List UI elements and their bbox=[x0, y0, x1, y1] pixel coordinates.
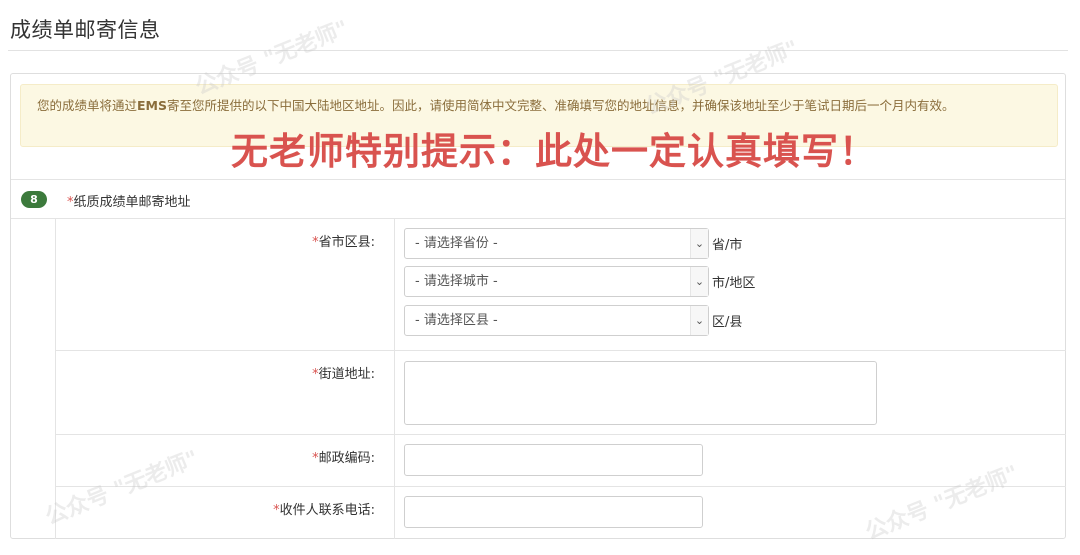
column-divider bbox=[394, 219, 395, 350]
chevron-down-icon: ⌄ bbox=[690, 229, 708, 258]
step-badge: 8 bbox=[21, 191, 47, 208]
section-label: *纸质成绩单邮寄地址 bbox=[67, 191, 191, 210]
phone-label: *收件人联系电话: bbox=[56, 499, 375, 518]
chevron-down-icon: ⌄ bbox=[690, 267, 708, 296]
city-select[interactable]: - 请选择城市 - ⌄ bbox=[404, 266, 709, 297]
form-table: *省市区县: - 请选择省份 - ⌄ 省/市 - 请选择城市 - ⌄ 市/地区 … bbox=[55, 219, 1066, 539]
notice-text-before: 您的成绩单将通过 bbox=[37, 98, 138, 113]
region-label: *省市区县: bbox=[56, 231, 375, 250]
street-label-text: 街道地址: bbox=[318, 367, 375, 382]
province-select[interactable]: - 请选择省份 - ⌄ bbox=[404, 228, 709, 259]
postal-label-text: 邮政编码: bbox=[318, 451, 375, 466]
phone-label-text: 收件人联系电话: bbox=[279, 503, 375, 518]
notice-text-ems: EMS bbox=[137, 98, 167, 113]
city-select-value: - 请选择城市 - bbox=[415, 274, 498, 289]
title-divider bbox=[8, 50, 1068, 51]
section-label-text: 纸质成绩单邮寄地址 bbox=[73, 195, 191, 210]
province-unit: 省/市 bbox=[712, 238, 743, 253]
region-label-text: 省市区县: bbox=[318, 235, 375, 250]
chevron-down-icon: ⌄ bbox=[690, 306, 708, 335]
postal-label: *邮政编码: bbox=[56, 447, 375, 466]
recipient-phone-input[interactable] bbox=[404, 496, 703, 528]
region-row: *省市区县: - 请选择省份 - ⌄ 省/市 - 请选择城市 - ⌄ 市/地区 … bbox=[56, 219, 1066, 351]
postal-row: *邮政编码: bbox=[56, 435, 1066, 487]
street-address-textarea[interactable] bbox=[404, 361, 877, 425]
district-select-value: - 请选择区县 - bbox=[415, 313, 498, 328]
column-divider bbox=[394, 435, 395, 486]
column-divider bbox=[394, 351, 395, 434]
section-header: 8 *纸质成绩单邮寄地址 bbox=[11, 179, 1065, 219]
postal-code-input[interactable] bbox=[404, 444, 703, 476]
district-unit: 区/县 bbox=[712, 315, 743, 330]
page-title: 成绩单邮寄信息 bbox=[10, 18, 161, 42]
city-unit: 市/地区 bbox=[712, 276, 756, 291]
street-row: *街道地址: bbox=[56, 351, 1066, 435]
province-select-value: - 请选择省份 - bbox=[415, 236, 498, 251]
notice-text-after: 寄至您所提供的以下中国大陆地区地址。因此，请使用简体中文完整、准确填写您的地址信… bbox=[167, 98, 955, 113]
phone-row: *收件人联系电话: bbox=[56, 487, 1066, 539]
column-divider bbox=[394, 487, 395, 539]
street-label: *街道地址: bbox=[56, 363, 375, 382]
address-panel: 您的成绩单将通过EMS寄至您所提供的以下中国大陆地区地址。因此，请使用简体中文完… bbox=[10, 73, 1066, 539]
emphasis-overlay: 无老师特别提示：此处一定认真填写！ bbox=[231, 130, 877, 173]
district-select[interactable]: - 请选择区县 - ⌄ bbox=[404, 305, 709, 336]
